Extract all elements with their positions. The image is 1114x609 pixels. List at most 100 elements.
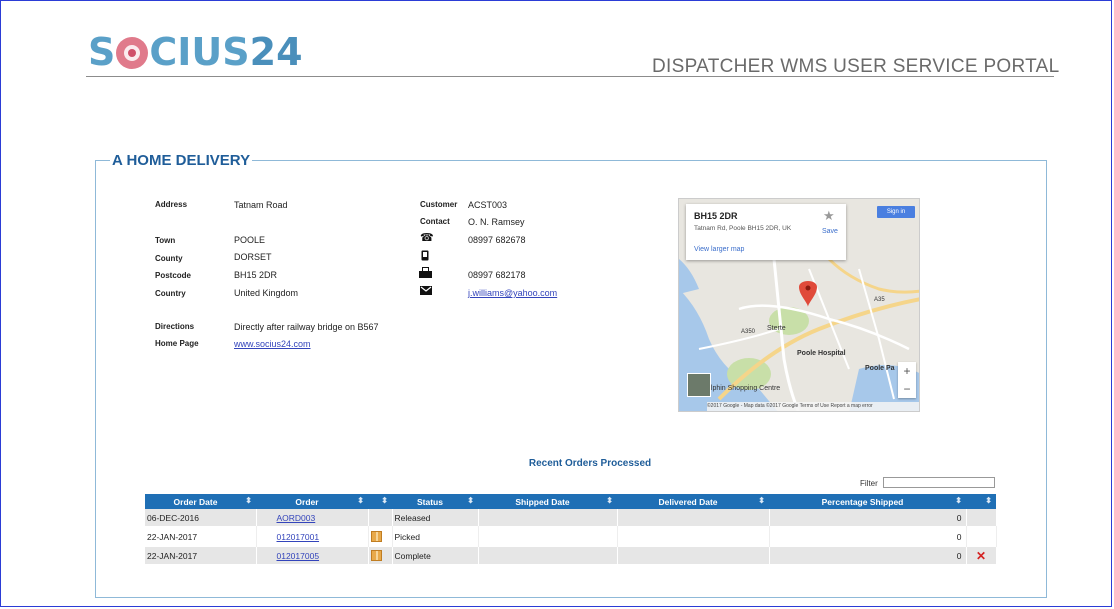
table-row[interactable]: 22-JAN-2017 012017005 Complete 0 ✕ — [145, 547, 997, 564]
delete-icon[interactable]: ✕ — [976, 549, 986, 563]
directions-value: Directly after railway bridge on B567 — [234, 322, 379, 332]
cell-order-date-text: 22-JAN-2017 — [147, 531, 198, 542]
phone-icon: ☎ — [420, 232, 434, 244]
socius24-logo: S CIUS24 — [88, 30, 303, 74]
postcode-label: Postcode — [155, 271, 192, 280]
cell-box — [368, 526, 393, 547]
portal-title: DISPATCHER WMS USER SERVICE PORTAL — [652, 56, 1060, 77]
map-label-a35: A35 — [874, 297, 885, 303]
cell-shipped-date — [478, 547, 618, 564]
cell-status-text: Released — [394, 512, 431, 523]
cell-percentage: 0 — [769, 509, 967, 526]
sort-icon: ⬍ — [467, 496, 474, 505]
table-row[interactable]: 22-JAN-2017 012017001 Picked 0 — [145, 526, 997, 547]
cell-percentage: 0 — [769, 547, 967, 564]
homepage-label: Home Page — [155, 339, 199, 348]
map-footer: ©2017 Google - Map data ©2017 Google Ter… — [707, 402, 919, 411]
postcode-value: BH15 2DR — [234, 270, 278, 280]
cell-order-date: 06-DEC-2016 — [145, 509, 257, 526]
cell-box — [368, 509, 393, 526]
google-map[interactable]: Sterte Poole Hospital Poole Pa olphin Sh… — [678, 198, 920, 412]
package-icon[interactable] — [370, 531, 382, 543]
cell-status-text: Picked — [394, 531, 421, 542]
contact-label: Contact — [420, 217, 450, 226]
cell-actions — [966, 526, 997, 547]
cell-percentage-text: 0 — [956, 512, 962, 523]
cell-order-date: 22-JAN-2017 — [145, 547, 257, 564]
email-link[interactable]: j.williams@yahoo.com — [468, 288, 557, 298]
map-satellite-toggle[interactable] — [687, 373, 711, 397]
contact-value: O. N. Ramsey — [468, 217, 525, 227]
logo-text-cius: CIUS — [149, 30, 250, 74]
col-shipped-date[interactable]: Shipped Date ⬍ — [478, 494, 617, 509]
package-icon[interactable] — [370, 550, 382, 562]
address-value: Tatnam Road — [234, 200, 288, 210]
map-label-sterte: Sterte — [767, 325, 786, 332]
sort-icon: ⬍ — [985, 496, 992, 505]
col-percentage-shipped[interactable]: Percentage Shipped ⬍ — [769, 494, 966, 509]
map-zoom-controls: + − — [898, 362, 916, 398]
cell-order-date-text: 22-JAN-2017 — [147, 550, 198, 561]
cell-delivered-date — [617, 526, 770, 547]
cell-status: Picked — [392, 526, 479, 547]
county-label: County — [155, 254, 183, 263]
order-link[interactable]: AORD003 — [277, 513, 316, 523]
homepage-link[interactable]: www.socius24.com — [234, 339, 311, 349]
cell-order-date-text: 06-DEC-2016 — [147, 512, 199, 523]
cell-order: AORD003 — [256, 509, 369, 526]
customer-label: Customer — [420, 200, 458, 209]
directions-label: Directions — [155, 322, 195, 331]
fax-icon — [419, 267, 432, 281]
sort-icon: ⬍ — [606, 496, 613, 505]
customer-value: ACST003 — [468, 200, 508, 210]
town-value: POOLE — [234, 235, 266, 245]
cell-actions — [966, 509, 997, 526]
view-larger-map-link[interactable]: View larger map — [694, 246, 744, 253]
mobile-icon — [421, 250, 429, 264]
order-link[interactable]: 012017001 — [277, 532, 320, 542]
star-icon[interactable]: ★ — [823, 208, 835, 224]
col-order[interactable]: Order ⬍ — [256, 494, 368, 509]
cell-order: 012017001 — [256, 526, 369, 547]
cell-shipped-date — [478, 509, 618, 526]
col-order-date[interactable]: Order Date ⬍ — [145, 494, 256, 509]
cell-status: Released — [392, 509, 479, 526]
recent-orders-title: Recent Orders Processed — [528, 458, 652, 469]
map-card-postcode: BH15 2DR — [694, 211, 738, 221]
map-sign-in-button[interactable]: Sign in — [877, 206, 915, 218]
logo-text-24: 24 — [249, 30, 303, 74]
map-place-card: BH15 2DR Tatnam Rd, Poole BH15 2DR, UK V… — [686, 204, 846, 260]
filter-input[interactable] — [883, 477, 995, 488]
orders-table: Order Date ⬍ Order ⬍ ⬍ Status ⬍ Shipped Dat… — [145, 494, 997, 564]
zoom-in-button[interactable]: + — [898, 362, 916, 380]
sort-icon: ⬍ — [357, 496, 364, 505]
envelope-icon — [420, 286, 432, 298]
cell-percentage-text: 0 — [956, 550, 962, 561]
logo-puzzle-icon — [116, 37, 149, 69]
zoom-out-button[interactable]: − — [898, 380, 916, 398]
cell-delivered-date — [617, 547, 770, 564]
county-value: DORSET — [234, 252, 272, 262]
cell-order: 012017005 — [256, 547, 369, 564]
col-delivered-date[interactable]: Delivered Date ⬍ — [617, 494, 769, 509]
map-save-link[interactable]: Save — [822, 228, 838, 235]
map-label-dolphin: olphin Shopping Centre — [707, 385, 781, 392]
sort-icon: ⬍ — [381, 496, 388, 505]
cell-percentage-text: 0 — [956, 531, 962, 542]
phone-value: 08997 682678 — [468, 235, 526, 245]
cell-shipped-date — [478, 526, 618, 547]
col-icon[interactable]: ⬍ — [368, 494, 392, 509]
table-row[interactable]: 06-DEC-2016 AORD003 Released 0 — [145, 509, 997, 526]
panel-title: A HOME DELIVERY — [112, 152, 251, 169]
col-actions[interactable]: ⬍ — [966, 494, 996, 509]
filter-label: Filter — [860, 479, 878, 488]
map-label-park: Poole Pa — [865, 365, 895, 372]
cell-box — [368, 547, 393, 564]
country-value: United Kingdom — [234, 288, 299, 298]
order-link[interactable]: 012017005 — [277, 551, 320, 561]
country-label: Country — [155, 289, 186, 298]
sort-icon: ⬍ — [245, 496, 252, 505]
col-status[interactable]: Status ⬍ — [392, 494, 478, 509]
header-divider — [86, 76, 1054, 77]
address-label: Address — [155, 200, 188, 209]
